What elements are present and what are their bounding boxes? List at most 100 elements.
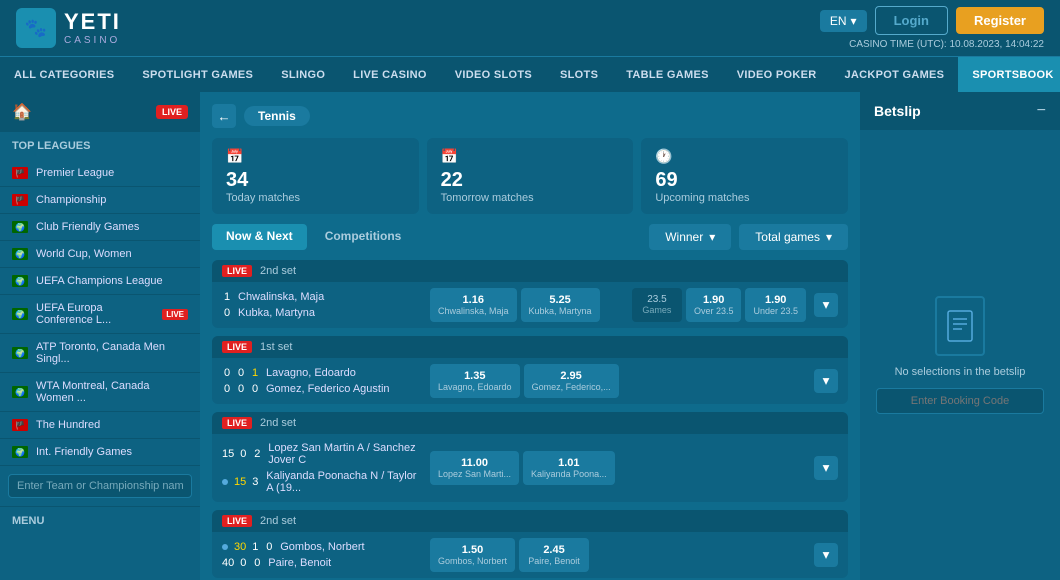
league-item-premier[interactable]: 🏴 Premier League bbox=[0, 160, 200, 187]
odd-button-2[interactable]: 2.95Gomez, Federico,... bbox=[524, 364, 619, 398]
under-btn[interactable]: 1.90Under 23.5 bbox=[745, 288, 806, 322]
winner-filter-button[interactable]: Winner ▾ bbox=[649, 224, 731, 250]
team-name: Kaliyanda Poonacha N / Taylor A (19... bbox=[266, 470, 422, 494]
search-input[interactable] bbox=[8, 474, 192, 498]
teams-1: 1 Chwalinska, Maja 0 Kubka, Martyna bbox=[222, 289, 422, 321]
globe-icon: 🌍 bbox=[12, 446, 28, 458]
nav-slots[interactable]: SLOTS bbox=[546, 57, 612, 92]
top-leagues-header: Top leagues bbox=[0, 132, 200, 160]
live-indicator: LIVE bbox=[222, 265, 252, 277]
league-item-int-friendly[interactable]: 🌍 Int. Friendly Games bbox=[0, 439, 200, 466]
lang-button[interactable]: EN ▾ bbox=[820, 10, 867, 32]
league-item-ucl[interactable]: 🌍 UEFA Champions League bbox=[0, 268, 200, 295]
over-btn[interactable]: 1.90Over 23.5 bbox=[686, 288, 742, 322]
serve-indicator bbox=[222, 544, 228, 550]
odd-button-2[interactable]: 5.25Kubka, Martyna bbox=[521, 288, 600, 322]
odd-button-1[interactable]: 1.50Gombos, Norbert bbox=[430, 538, 515, 572]
odd-button-2[interactable]: 1.01Kaliyanda Poona... bbox=[523, 451, 615, 485]
nav-all-categories[interactable]: ALL CATEGORIES bbox=[0, 57, 128, 92]
logo-yeti: YETI bbox=[64, 10, 121, 34]
back-button[interactable]: ← bbox=[212, 104, 236, 128]
calendar-icon: 📅 bbox=[441, 148, 620, 165]
league-item-wta[interactable]: 🌍 WTA Montreal, Canada Women ... bbox=[0, 373, 200, 412]
nav-slingo[interactable]: SLINGO bbox=[267, 57, 339, 92]
tab-competitions[interactable]: Competitions bbox=[311, 224, 416, 250]
expand-button[interactable]: ▾ bbox=[814, 456, 838, 480]
team-name: Lopez San Martin A / Sanchez Jover C bbox=[268, 442, 422, 466]
team-scores-2: 0 bbox=[222, 307, 232, 319]
odds-group-3: 11.00Lopez San Marti... 1.01Kaliyanda Po… bbox=[430, 451, 806, 485]
set-info: 2nd set bbox=[260, 417, 296, 429]
expand-button[interactable]: ▾ bbox=[814, 293, 838, 317]
globe-icon: 🌍 bbox=[12, 275, 28, 287]
team-row-2: 40 0 0 Paire, Benoit bbox=[222, 555, 422, 571]
stat-box-today: 📅 34 Today matches bbox=[212, 138, 419, 214]
team-scores-1: 1 bbox=[222, 291, 232, 303]
stat-boxes: 📅 34 Today matches 📅 22 Tomorrow matches… bbox=[212, 138, 848, 214]
globe-icon: 🌍 bbox=[12, 248, 28, 260]
match-header-2: LIVE 1st set bbox=[212, 336, 848, 358]
league-item-world-cup-women[interactable]: 🌍 World Cup, Women bbox=[0, 241, 200, 268]
nav-table-games[interactable]: TABLE GAMES bbox=[612, 57, 723, 92]
league-name: The Hundred bbox=[36, 419, 100, 431]
nav-spotlight[interactable]: SPOTLIGHT GAMES bbox=[128, 57, 267, 92]
league-item-club-friendly[interactable]: 🌍 Club Friendly Games bbox=[0, 214, 200, 241]
nav-video-slots[interactable]: VIDEO SLOTS bbox=[441, 57, 546, 92]
tab-now-next[interactable]: Now & Next bbox=[212, 224, 307, 250]
odd-button-2[interactable]: 2.45Paire, Benoit bbox=[519, 538, 589, 572]
betslip-title: Betslip bbox=[874, 103, 921, 119]
total-games-filter-button[interactable]: Total games ▾ bbox=[739, 224, 848, 250]
england-flag-icon: 🏴 bbox=[12, 167, 28, 179]
nav-sportsbook[interactable]: SPORTSBOOK bbox=[958, 57, 1060, 92]
team-row-2: 0 0 0 Gomez, Federico Agustin bbox=[222, 381, 422, 397]
teams-3: 15 0 2 Lopez San Martin A / Sanchez Jove… bbox=[222, 440, 422, 496]
upcoming-label: Upcoming matches bbox=[655, 192, 834, 204]
casino-time: CASINO TIME (UTC): 10.08.2023, 14:04:22 bbox=[849, 39, 1044, 50]
sidebar-search-area bbox=[0, 466, 200, 506]
set-info: 2nd set bbox=[260, 515, 296, 527]
nav-video-poker[interactable]: VIDEO POKER bbox=[723, 57, 831, 92]
logo-text: YETI CASINO bbox=[64, 10, 121, 45]
top-right-buttons: EN ▾ Login Register bbox=[820, 6, 1044, 35]
login-button[interactable]: Login bbox=[875, 6, 948, 35]
register-button[interactable]: Register bbox=[956, 7, 1044, 34]
odd-button-1[interactable]: 1.16Chwalinska, Maja bbox=[430, 288, 517, 322]
team-row-2: 0 Kubka, Martyna bbox=[222, 305, 422, 321]
match-body-3: 15 0 2 Lopez San Martin A / Sanchez Jove… bbox=[212, 434, 848, 502]
nav-jackpot-games[interactable]: Jackpot GAMES bbox=[830, 57, 958, 92]
live-badge-icon: LIVE bbox=[162, 309, 188, 320]
tomorrow-label: Tomorrow matches bbox=[441, 192, 620, 204]
expand-button[interactable]: ▾ bbox=[814, 369, 838, 393]
betslip-empty-text: No selections in the betslip bbox=[895, 366, 1026, 378]
booking-code-input[interactable] bbox=[876, 388, 1044, 414]
odds-group-4: 1.50Gombos, Norbert 2.45Paire, Benoit bbox=[430, 538, 806, 572]
league-item-atp[interactable]: 🌍 ATP Toronto, Canada Men Singl... bbox=[0, 334, 200, 373]
sidebar-home[interactable]: 🏠 LIVE bbox=[0, 92, 200, 132]
nav-live-casino[interactable]: Live CASINO bbox=[339, 57, 441, 92]
live-indicator: LIVE bbox=[222, 515, 252, 527]
team-scores: 15 3 bbox=[234, 476, 260, 488]
team-scores: 0 0 1 bbox=[222, 367, 260, 379]
odd-button-1[interactable]: 1.35Lavagno, Edoardo bbox=[430, 364, 520, 398]
league-name: World Cup, Women bbox=[36, 248, 132, 260]
team-name: Paire, Benoit bbox=[268, 557, 331, 569]
odd-button-1[interactable]: 11.00Lopez San Marti... bbox=[430, 451, 519, 485]
match-body-2: 0 0 1 Lavagno, Edoardo 0 0 0 Gomez, Fede… bbox=[212, 358, 848, 404]
team-row-1: 0 0 1 Lavagno, Edoardo bbox=[222, 365, 422, 381]
team-scores: 15 0 2 bbox=[222, 448, 262, 460]
total-label: 23.5Games bbox=[632, 288, 682, 322]
expand-button[interactable]: ▾ bbox=[814, 543, 838, 567]
globe-icon: 🌍 bbox=[12, 221, 28, 233]
team-scores: 0 0 0 bbox=[222, 383, 260, 395]
betslip-close-button[interactable]: − bbox=[1037, 102, 1046, 120]
live-indicator: LIVE bbox=[222, 417, 252, 429]
league-item-uecl[interactable]: 🌍 UEFA Europa Conference L... LIVE bbox=[0, 295, 200, 334]
today-label: Today matches bbox=[226, 192, 405, 204]
league-item-championship[interactable]: 🏴 Championship bbox=[0, 187, 200, 214]
league-item-hundred[interactable]: 🏴 The Hundred bbox=[0, 412, 200, 439]
chevron-down-icon: ▾ bbox=[826, 230, 832, 244]
live-indicator: LIVE bbox=[222, 341, 252, 353]
match-body-1: 1 Chwalinska, Maja 0 Kubka, Martyna 1.16… bbox=[212, 282, 848, 328]
globe-icon: 🌍 bbox=[12, 347, 28, 359]
clock-icon: 🕐 bbox=[655, 148, 834, 165]
